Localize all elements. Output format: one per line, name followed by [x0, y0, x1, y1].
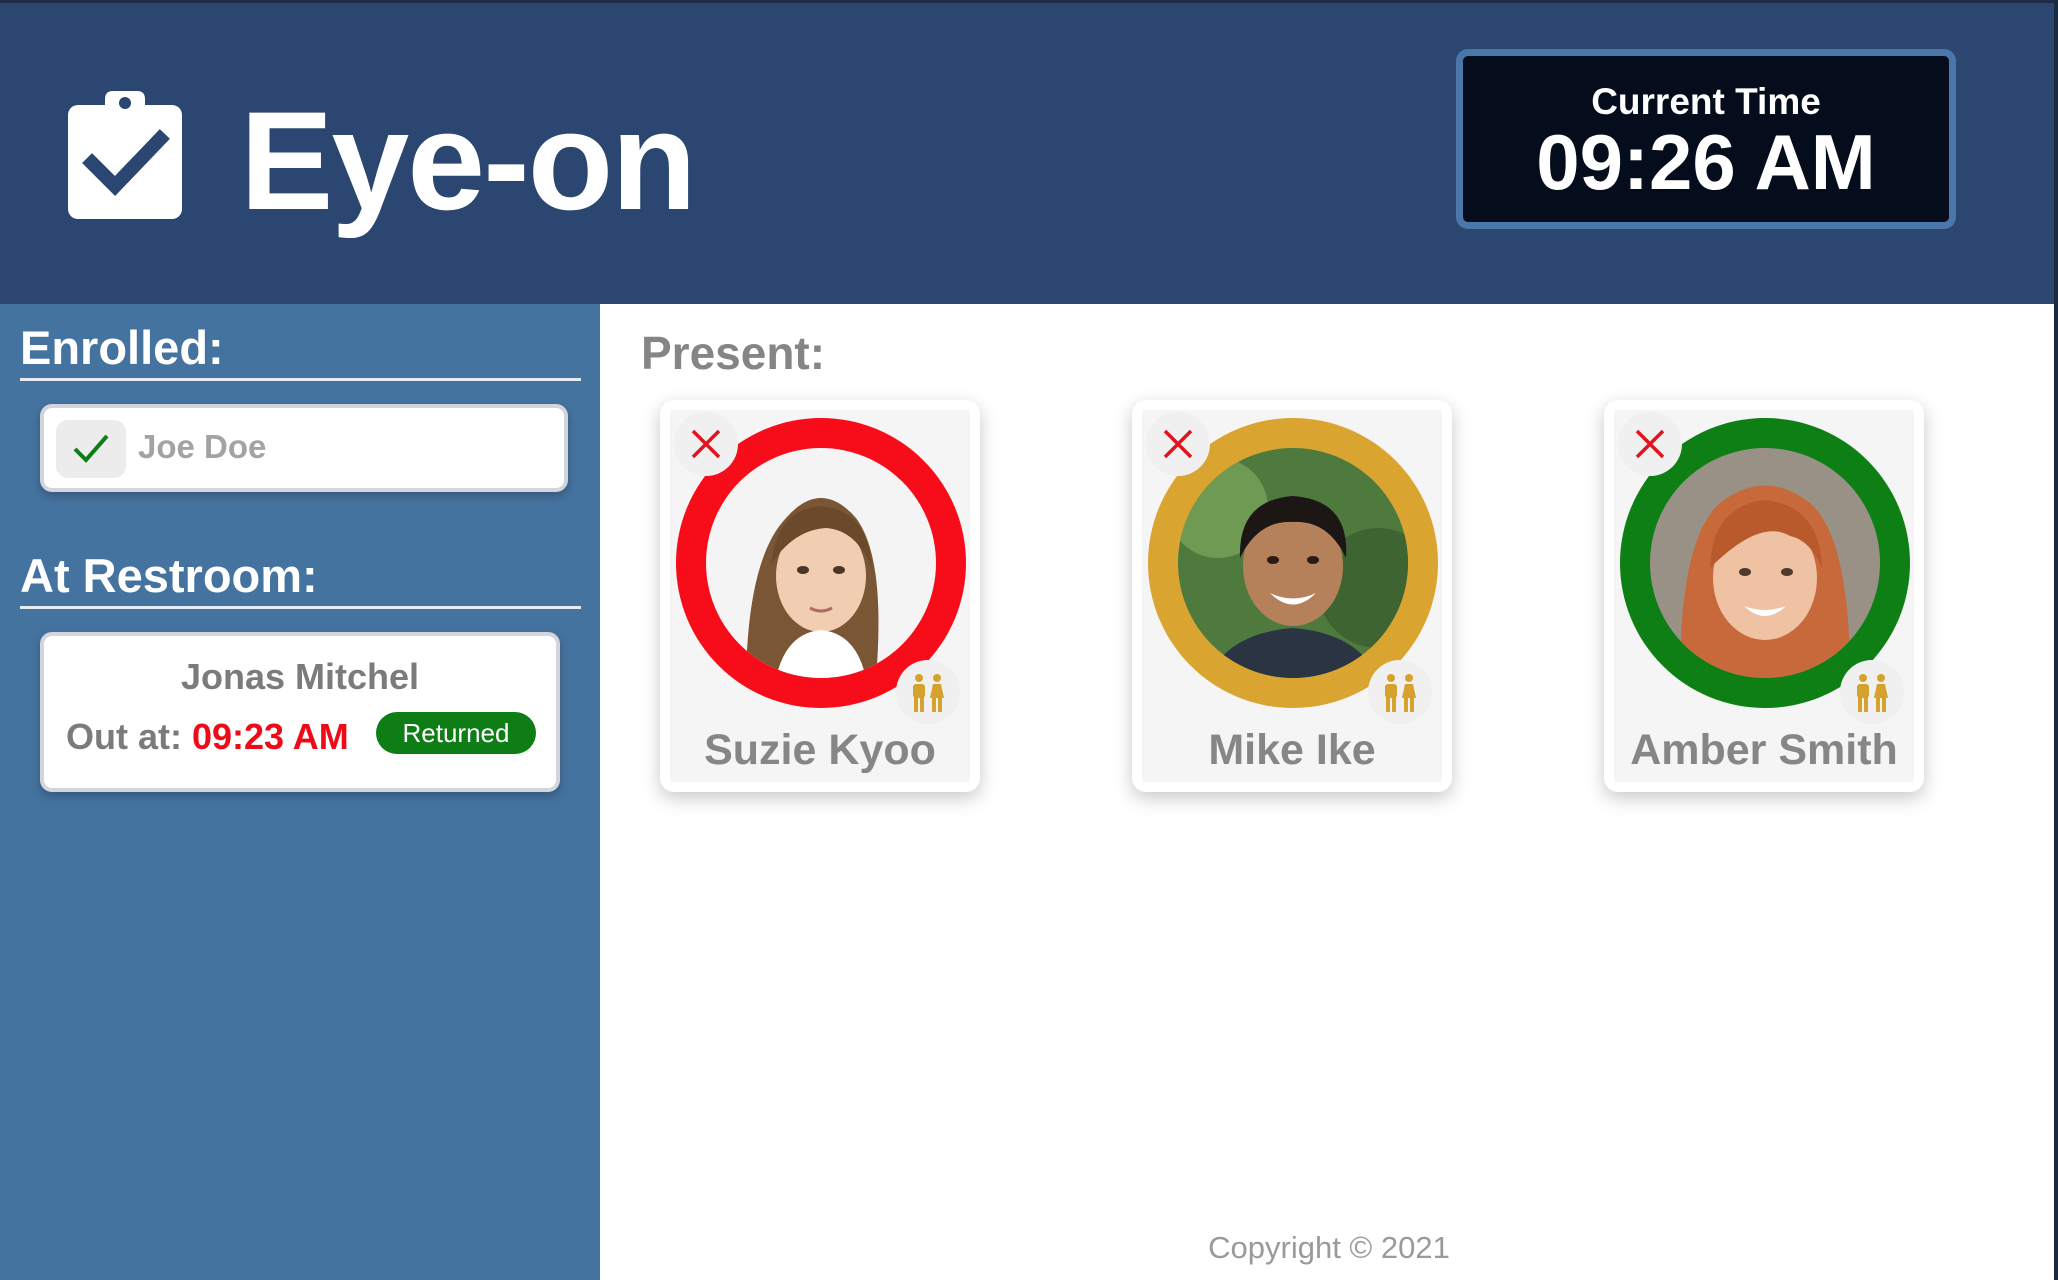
enrolled-student-item[interactable]: Joe Doe [40, 404, 568, 492]
restroom-icon [1385, 674, 1416, 712]
returned-button[interactable]: Returned [376, 712, 536, 754]
check-icon [73, 434, 109, 463]
restroom-button[interactable] [1840, 660, 1904, 724]
restroom-button[interactable] [896, 660, 960, 724]
present-heading: Present: [641, 327, 826, 379]
close-icon [691, 429, 721, 459]
remove-button[interactable] [674, 412, 738, 476]
restroom-student-card: Jonas Mitchel Out at: 09:23 AM Returned [40, 632, 560, 792]
restroom-button[interactable] [1368, 660, 1432, 724]
sidebar: Enrolled: Joe Doe At Restroom: Jonas Mit… [0, 304, 600, 1280]
current-time-label: Current Time [1591, 81, 1821, 122]
student-photo [1178, 448, 1408, 678]
out-at-info: Out at: 09:23 AM [66, 716, 349, 758]
restroom-icon [913, 674, 944, 712]
current-time-panel: Current Time 09:26 AM [1456, 49, 1956, 229]
at-restroom-heading: At Restroom: [20, 550, 581, 609]
app-title: Eye-on [240, 82, 697, 239]
restroom-icon [1857, 674, 1888, 712]
check-in-button[interactable] [56, 420, 126, 478]
copyright-footer: Copyright © 2021 [1208, 1230, 1450, 1265]
current-time-value: 09:26 AM [1536, 118, 1876, 206]
out-at-time: 09:23 AM [192, 716, 349, 757]
remove-button[interactable] [1618, 412, 1682, 476]
close-icon [1635, 429, 1665, 459]
student-name: Amber Smith [1630, 726, 1898, 774]
student-name: Suzie Kyoo [704, 726, 936, 774]
window-edge [2054, 0, 2058, 1280]
student-photo [1650, 448, 1880, 678]
close-icon [1163, 429, 1193, 459]
student-name: Mike Ike [1208, 726, 1376, 774]
app-header: Eye-on Current Time 09:26 AM [0, 0, 2058, 304]
student-photo [706, 448, 936, 678]
enrolled-student-name: Joe Doe [138, 428, 267, 465]
clipboard-check-icon [68, 91, 182, 219]
remove-button[interactable] [1146, 412, 1210, 476]
student-card[interactable]: Suzie Kyoo [660, 400, 980, 792]
out-at-label: Out at: [66, 716, 182, 757]
student-card[interactable]: Amber Smith [1604, 400, 1924, 792]
enrolled-heading: Enrolled: [20, 322, 581, 381]
student-card[interactable]: Mike Ike [1132, 400, 1452, 792]
restroom-student-name: Jonas Mitchel [180, 656, 420, 697]
main-panel: Present: Suzie Kyoo Mike Ike Amber Smith… [600, 304, 2058, 1280]
